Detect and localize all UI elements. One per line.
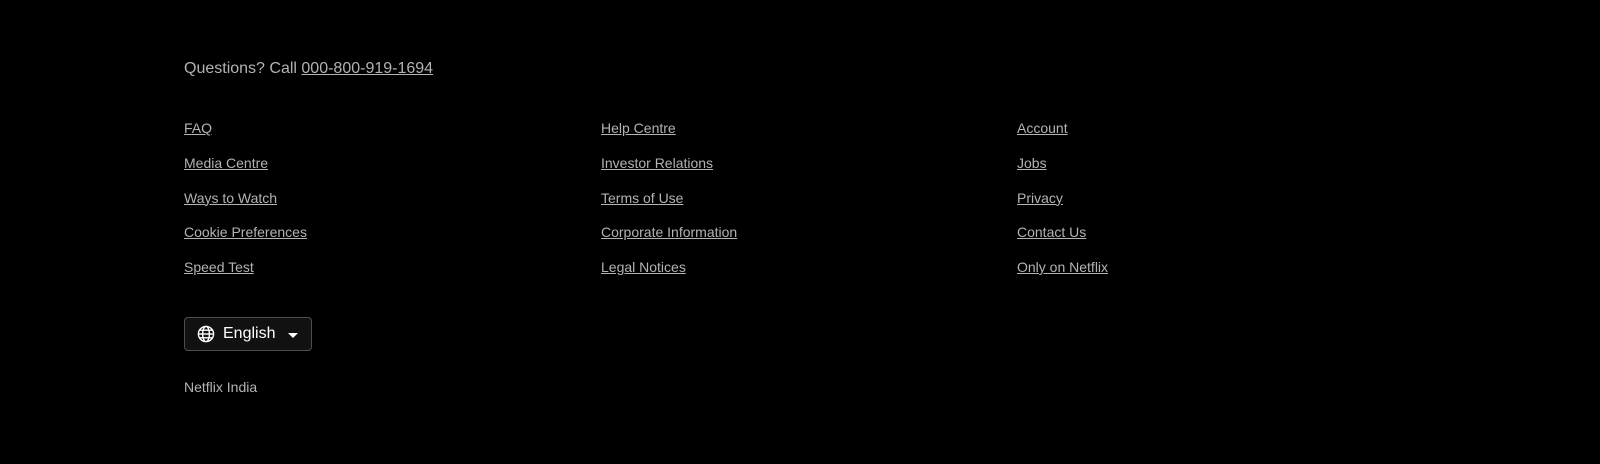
language-label: English xyxy=(223,325,276,342)
contact-line: Questions? Call 000-800-919-1694 xyxy=(184,58,433,80)
footer-link-investor-relations[interactable]: Investor Relations xyxy=(601,153,737,173)
footer-link-privacy[interactable]: Privacy xyxy=(1017,188,1108,208)
footer-link-terms-of-use[interactable]: Terms of Use xyxy=(601,188,737,208)
footer-link-corporate-information[interactable]: Corporate Information xyxy=(601,222,737,242)
footer-column-3: Account Jobs Privacy Contact Us Only on … xyxy=(1017,118,1108,292)
footer-link-only-on-netflix[interactable]: Only on Netflix xyxy=(1017,257,1108,277)
footer-link-jobs[interactable]: Jobs xyxy=(1017,153,1108,173)
footer-link-contact-us[interactable]: Contact Us xyxy=(1017,222,1108,242)
footer-link-media-centre[interactable]: Media Centre xyxy=(184,153,307,173)
phone-link[interactable]: 000-800-919-1694 xyxy=(301,60,433,77)
country-label: Netflix India xyxy=(184,379,258,395)
footer-link-help-centre[interactable]: Help Centre xyxy=(601,118,737,138)
footer-column-1: FAQ Media Centre Ways to Watch Cookie Pr… xyxy=(184,118,307,292)
footer-link-ways-to-watch[interactable]: Ways to Watch xyxy=(184,188,307,208)
footer-link-speed-test[interactable]: Speed Test xyxy=(184,257,307,277)
footer-link-legal-notices[interactable]: Legal Notices xyxy=(601,257,737,277)
caret-down-icon xyxy=(288,332,299,338)
footer-link-cookie-preferences[interactable]: Cookie Preferences xyxy=(184,222,307,242)
language-select[interactable]: English xyxy=(184,317,312,351)
footer-column-2: Help Centre Investor Relations Terms of … xyxy=(601,118,737,292)
contact-prefix: Questions? Call xyxy=(184,60,302,77)
footer-link-account[interactable]: Account xyxy=(1017,118,1108,138)
globe-icon xyxy=(197,325,215,343)
footer-link-faq[interactable]: FAQ xyxy=(184,118,307,138)
